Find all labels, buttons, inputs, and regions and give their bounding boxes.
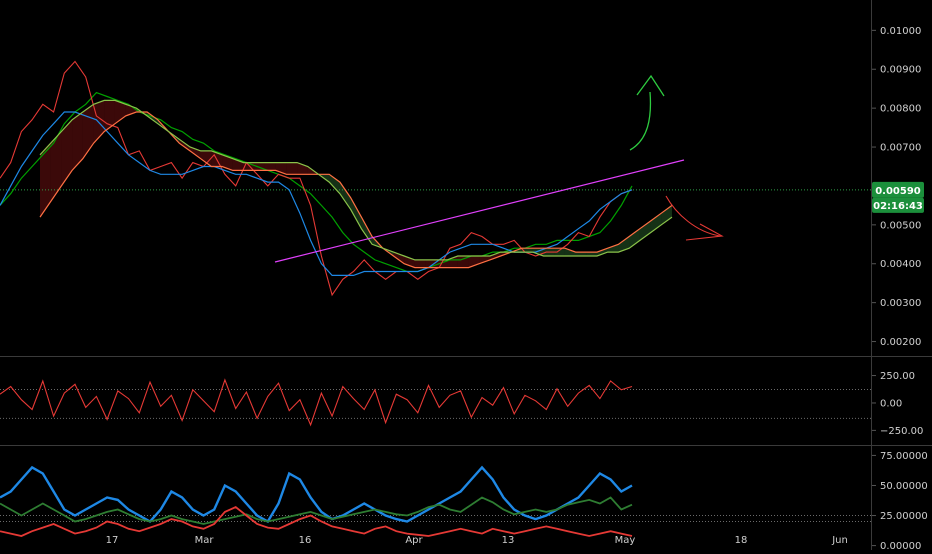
price-tick-label: 0.00500	[880, 220, 921, 231]
date-tick-label: Jun	[831, 535, 848, 546]
trading-chart[interactable]: 0.002000.003000.004000.005000.006000.007…	[0, 0, 932, 552]
chart-canvas[interactable]: 0.002000.003000.004000.005000.006000.007…	[0, 0, 932, 552]
price-tick-label: 0.00300	[880, 298, 921, 309]
price-tick-label: 0.00700	[880, 143, 921, 154]
last-price-value: 0.00590	[875, 186, 921, 197]
dmi-tick-label: 25.00000	[880, 511, 928, 522]
dmi-tick-label: 75.00000	[880, 451, 928, 462]
date-tick-label: 16	[299, 535, 312, 546]
date-tick-label: May	[615, 535, 636, 546]
oscillator-tick-label: −250.00	[880, 426, 923, 437]
price-tick-label: 0.00200	[880, 337, 921, 348]
cloud-segment	[264, 162, 276, 171]
date-tick-label: 13	[502, 535, 515, 546]
date-tick-label: 18	[735, 535, 748, 546]
price-tick-label: 0.00800	[880, 104, 921, 115]
date-tick-label: Mar	[195, 535, 215, 546]
date-tick-label: Apr	[405, 535, 423, 546]
price-tick-label: 0.00400	[880, 259, 921, 270]
countdown-timer: 02:16:43	[873, 201, 923, 212]
oscillator-tick-label: 250.00	[880, 371, 915, 382]
price-tick-label: 0.01000	[880, 26, 921, 37]
cloud-segment	[414, 259, 426, 268]
price-tick-label: 0.00900	[880, 65, 921, 76]
date-tick-label: 17	[106, 535, 119, 546]
oscillator-tick-label: 0.00	[880, 398, 902, 409]
dmi-tick-label: 50.00000	[880, 481, 928, 492]
last-price-badge: 0.00590 02:16:43	[872, 181, 924, 213]
dmi-tick-label: 0.00000	[880, 541, 921, 550]
cloud-segment	[286, 162, 298, 175]
